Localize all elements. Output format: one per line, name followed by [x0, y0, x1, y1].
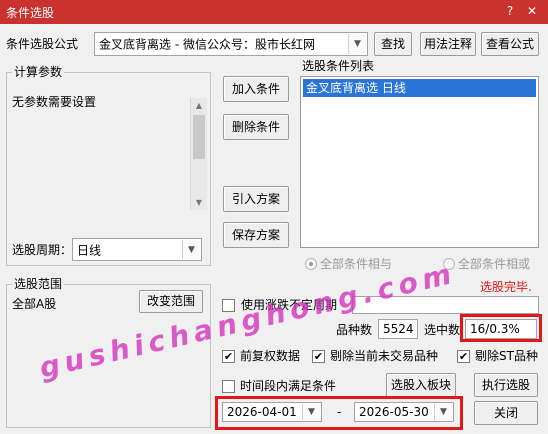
- params-text: 无参数需要设置: [12, 95, 97, 109]
- chevron-down-icon[interactable]: ▼: [182, 240, 200, 259]
- forward-adjust-checkbox[interactable]: ✔: [222, 350, 235, 363]
- scope-group-title: 选股范围: [12, 277, 65, 291]
- and-radio[interactable]: [305, 258, 317, 270]
- condition-list[interactable]: 金叉底背离选 日线: [300, 76, 539, 248]
- params-scrollbar[interactable]: ▲ ▼: [190, 98, 207, 210]
- count-field: 5524: [378, 319, 418, 339]
- import-scheme-button[interactable]: 引入方案: [223, 186, 289, 212]
- formula-value: 金叉底背离选 - 微信公众号：股市长红网: [99, 37, 315, 52]
- change-scope-button[interactable]: 改变范围: [139, 290, 203, 313]
- scope-value: 全部A股: [12, 297, 57, 311]
- scroll-thumb[interactable]: [193, 115, 205, 159]
- use-change-period-checkbox[interactable]: [222, 299, 235, 312]
- usage-notes-button[interactable]: 用法注释: [420, 32, 476, 56]
- window-title: 条件选股: [6, 6, 55, 20]
- selected-value: 16/0.3%: [470, 322, 520, 336]
- add-condition-button[interactable]: 加入条件: [223, 76, 289, 102]
- or-radio[interactable]: [443, 258, 455, 270]
- scroll-down-icon[interactable]: ▼: [191, 195, 207, 210]
- time-range-checkbox[interactable]: [222, 380, 235, 393]
- period-select[interactable]: 日线 ▼: [72, 238, 202, 261]
- chevron-down-icon[interactable]: ▼: [434, 404, 452, 420]
- delete-condition-button[interactable]: 删除条件: [223, 114, 289, 140]
- time-range-label: 时间段内满足条件: [240, 379, 337, 393]
- exclude-untraded-label: 剔除当前未交易品种: [330, 349, 439, 363]
- condition-list-title: 选股条件列表: [302, 59, 375, 73]
- selected-field: 16/0.3%: [465, 319, 537, 339]
- or-label: 全部条件相或: [458, 257, 531, 271]
- view-formula-button[interactable]: 查看公式: [481, 32, 539, 56]
- exclude-st-label: 剔除ST品种: [475, 349, 538, 363]
- end-date-value: 2026-05-30: [359, 405, 429, 419]
- exclude-untraded-checkbox[interactable]: ✔: [312, 350, 325, 363]
- start-date-picker[interactable]: 2026-04-01 ▼: [222, 402, 322, 422]
- end-date-picker[interactable]: 2026-05-30 ▼: [354, 402, 454, 422]
- and-label: 全部条件相与: [320, 257, 393, 271]
- change-period-input[interactable]: [352, 296, 539, 314]
- period-value: 日线: [77, 243, 102, 257]
- params-group-title: 计算参数: [12, 65, 65, 79]
- exclude-st-checkbox[interactable]: ✔: [457, 350, 470, 363]
- scroll-up-icon[interactable]: ▲: [191, 98, 207, 113]
- add-to-block-button[interactable]: 选股入板块: [386, 373, 456, 397]
- selected-label: 选中数: [424, 323, 461, 337]
- run-selection-button[interactable]: 执行选股: [474, 373, 538, 397]
- formula-select[interactable]: 金叉底背离选 - 微信公众号：股市长红网 ▼: [94, 32, 368, 56]
- count-value: 5524: [383, 322, 414, 336]
- period-label: 选股周期：: [12, 243, 73, 257]
- close-button[interactable]: 关闭: [474, 401, 538, 425]
- list-item[interactable]: 金叉底背离选 日线: [303, 79, 536, 97]
- chevron-down-icon[interactable]: ▼: [302, 404, 320, 420]
- help-icon[interactable]: ?: [502, 4, 518, 18]
- count-label: 品种数: [336, 323, 373, 337]
- forward-adjust-label: 前复权数据: [240, 349, 301, 363]
- chevron-down-icon[interactable]: ▼: [348, 34, 366, 54]
- formula-label: 条件选股公式: [6, 37, 79, 51]
- save-scheme-button[interactable]: 保存方案: [223, 222, 289, 248]
- close-icon[interactable]: ✕: [524, 4, 540, 18]
- start-date-value: 2026-04-01: [227, 405, 297, 419]
- use-change-period-label: 使用涨跌不定周期: [241, 298, 338, 312]
- date-separator: -: [337, 405, 342, 419]
- find-button[interactable]: 查找: [374, 32, 412, 56]
- status-text: 选股完毕.: [480, 280, 532, 294]
- title-bar: 条件选股 ? ✕: [0, 0, 548, 24]
